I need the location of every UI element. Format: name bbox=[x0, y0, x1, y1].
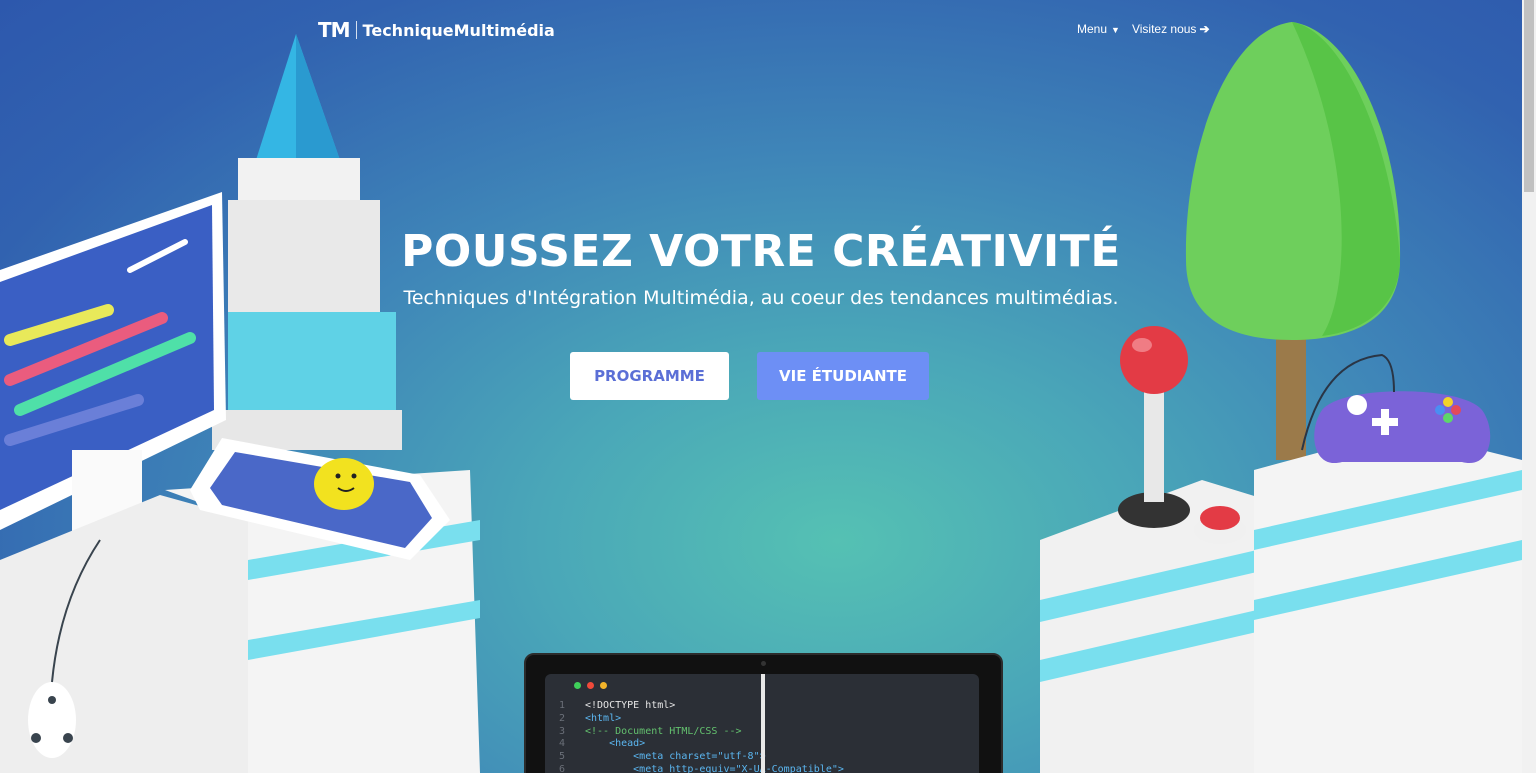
code-line: 5 <meta charset="utf-8"> bbox=[559, 751, 766, 763]
code-lines: 1 <!DOCTYPE html> 2 <html> 3 <!-- Document HT… bbox=[559, 700, 844, 773]
window-controls bbox=[574, 682, 607, 689]
brand-logo[interactable]: TM TechniqueMultimédia bbox=[318, 18, 555, 42]
top-nav: Menu ▼ Visitez nous ➔ bbox=[1077, 22, 1210, 36]
code-line: 2 <html> bbox=[559, 712, 622, 724]
chevron-down-icon: ▼ bbox=[1111, 25, 1120, 35]
left-illustration bbox=[0, 34, 480, 773]
code-line: 4 <head> bbox=[559, 738, 646, 750]
brand-mark: TM bbox=[318, 18, 351, 42]
vie-etudiante-button[interactable]: VIE ÉTUDIANTE bbox=[757, 352, 929, 400]
code-editor: 1 <!DOCTYPE html> 2 <html> 3 <!-- Document HT… bbox=[545, 674, 979, 773]
brand-divider bbox=[355, 21, 357, 39]
arrow-right-icon: ➔ bbox=[1199, 22, 1210, 36]
page-subtitle: Techniques d'Intégration Multimédia, au … bbox=[403, 287, 1119, 309]
laptop-camera bbox=[761, 661, 766, 666]
menu-label: Menu bbox=[1077, 22, 1108, 36]
brand-name: TechniqueMultimédia bbox=[362, 20, 555, 40]
window-dot-red bbox=[587, 682, 594, 689]
visit-label: Visitez nous bbox=[1131, 22, 1197, 36]
code-line: 3 <!-- Document HTML/CSS --> bbox=[559, 725, 742, 737]
menu-dropdown[interactable]: Menu ▼ bbox=[1077, 22, 1120, 36]
right-illustration bbox=[1040, 22, 1522, 773]
laptop-illustration: 1 <!DOCTYPE html> 2 <html> 3 <!-- Document HT… bbox=[524, 653, 1003, 773]
text-cursor bbox=[761, 674, 765, 773]
scrollbar-thumb[interactable] bbox=[1524, 0, 1534, 192]
window-dot-yellow bbox=[600, 682, 607, 689]
page-scrollbar[interactable] bbox=[1522, 0, 1536, 773]
window-dot-green bbox=[574, 682, 581, 689]
code-line: 1 <!DOCTYPE html> bbox=[559, 700, 676, 711]
hero-section: TM TechniqueMultimédia Menu ▼ Visitez nou… bbox=[0, 0, 1522, 773]
programme-button[interactable]: PROGRAMME bbox=[570, 352, 729, 400]
page-title: POUSSEZ VOTRE CRÉATIVITÉ bbox=[401, 226, 1121, 277]
code-line: 6 <meta http-equiv="X-UA-Compatible"> bbox=[559, 763, 844, 773]
visit-link[interactable]: Visitez nous ➔ bbox=[1132, 22, 1210, 36]
